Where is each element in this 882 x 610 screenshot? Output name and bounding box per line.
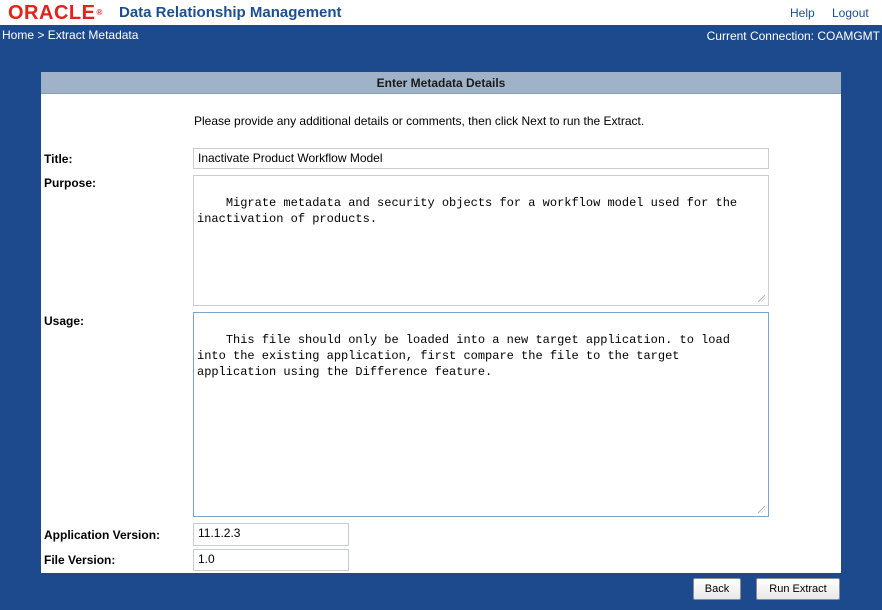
app-version-label: Application Version: [44,528,161,542]
current-connection: Current Connection: COAMGMT [706,29,880,43]
usage-textarea[interactable]: This file should only be loaded into a n… [193,312,769,517]
logo-text: ORACLE [8,2,96,24]
resize-grip-icon[interactable] [758,295,765,302]
registered-mark: ® [96,8,103,17]
purpose-label: Purpose: [44,176,97,190]
breadcrumb-bar: Home > Extract Metadata Current Connecti… [0,25,882,45]
logout-link[interactable]: Logout [832,6,869,20]
purpose-textarea[interactable]: Migrate metadata and security objects fo… [193,175,769,306]
file-version-label: File Version: [44,553,116,567]
oracle-logo: ORACLE® [8,3,103,23]
breadcrumb-current: Extract Metadata [47,28,139,42]
app-version-input[interactable]: 11.1.2.3 [193,523,349,546]
metadata-details-panel: Enter Metadata Details Please provide an… [41,72,841,573]
breadcrumb-separator: > [37,28,45,42]
help-link[interactable]: Help [790,6,815,20]
title-input[interactable]: Inactivate Product Workflow Model [193,148,769,169]
breadcrumb-home-link[interactable]: Home [2,28,34,42]
title-label: Title: [44,152,73,166]
app-title: Data Relationship Management [119,4,342,21]
resize-grip-icon[interactable] [758,506,765,513]
top-header: ORACLE® Data Relationship Management Hel… [0,0,882,25]
file-version-input[interactable]: 1.0 [193,549,349,571]
purpose-text: Migrate metadata and security objects fo… [197,196,745,226]
usage-label: Usage: [44,314,85,328]
instructions-text: Please provide any additional details or… [194,114,645,128]
breadcrumb: Home > Extract Metadata [2,28,138,42]
back-button[interactable]: Back [693,578,741,600]
panel-title: Enter Metadata Details [41,72,841,94]
run-extract-button[interactable]: Run Extract [756,578,840,600]
usage-text: This file should only be loaded into a n… [197,333,738,379]
